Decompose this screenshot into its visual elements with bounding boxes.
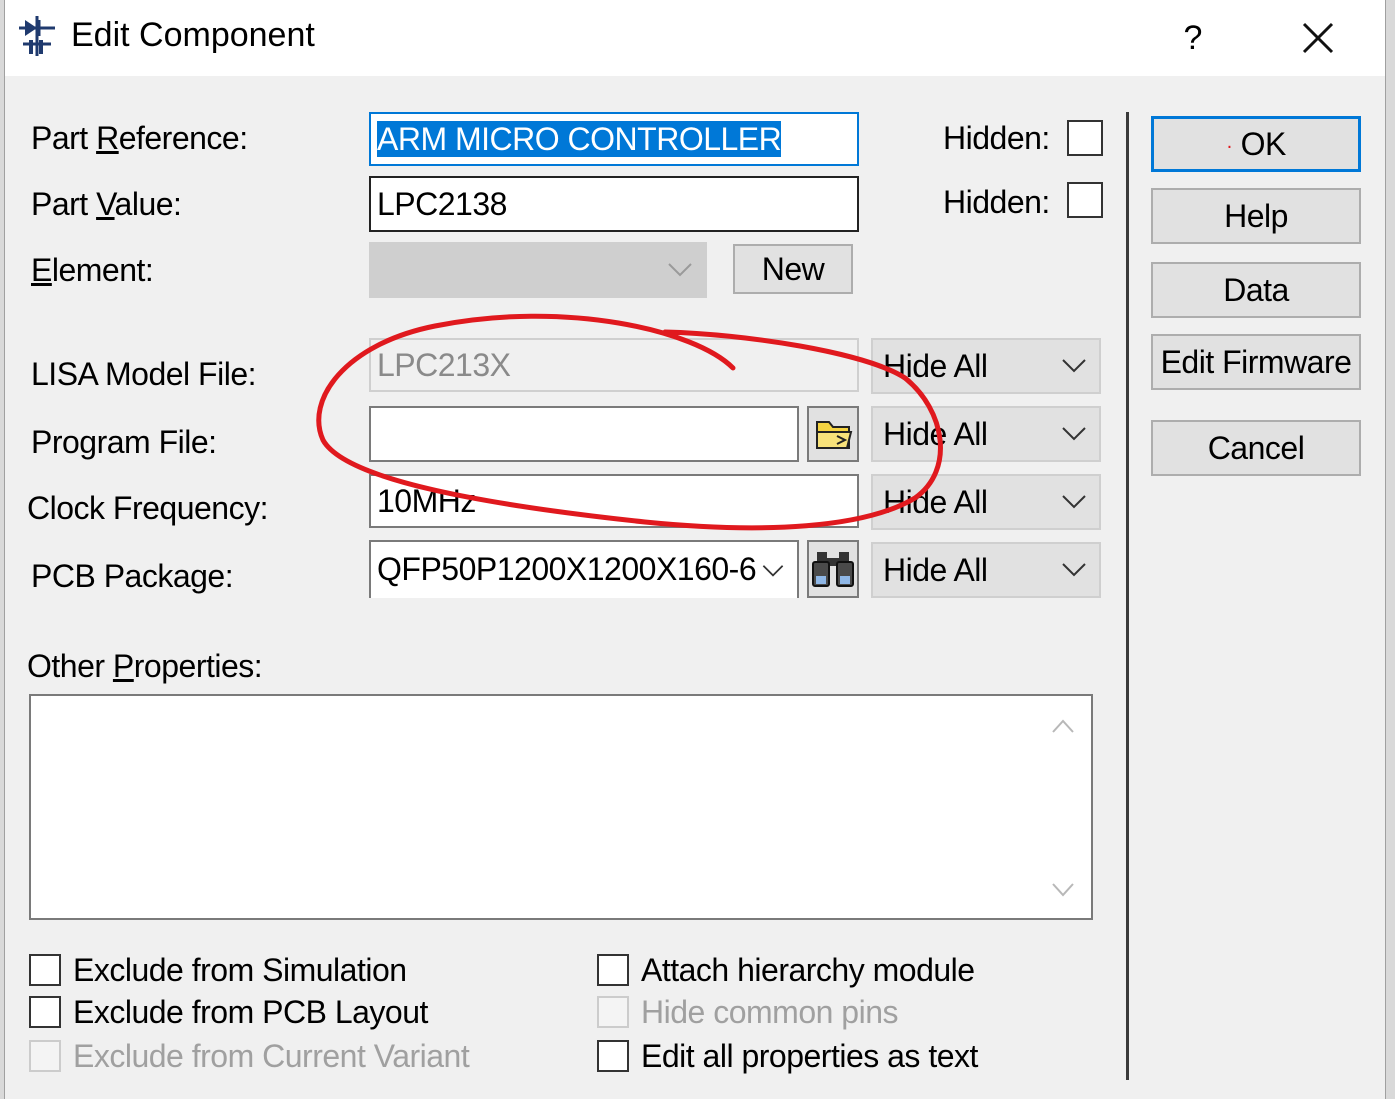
- part-value-hidden-label: Hidden:: [943, 184, 1050, 220]
- exclude-pcb-checkbox[interactable]: [29, 996, 61, 1028]
- close-button[interactable]: [1283, 10, 1353, 66]
- close-icon: [1302, 22, 1334, 54]
- part-value-hidden-checkbox[interactable]: [1067, 182, 1103, 218]
- program-file-visibility-select[interactable]: Hide All: [871, 406, 1101, 462]
- edit-firmware-button[interactable]: Edit Firmware: [1151, 334, 1361, 390]
- vertical-divider: [1126, 112, 1129, 1080]
- clock-frequency-label: Clock Frequency:: [27, 490, 268, 526]
- part-reference-hidden-label: Hidden:: [943, 120, 1050, 156]
- lisa-model-file-label: LISA Model File:: [31, 356, 257, 392]
- edit-all-text-checkbox[interactable]: [597, 1040, 629, 1072]
- element-label: Element:: [31, 252, 154, 288]
- part-reference-value: ARM MICRO CONTROLLER: [377, 121, 782, 157]
- lisa-model-file-input[interactable]: LPC213X: [369, 338, 859, 392]
- clock-frequency-visibility-select[interactable]: Hide All: [871, 474, 1101, 530]
- binoculars-icon: [812, 552, 854, 587]
- part-reference-label: Part Reference:: [31, 120, 248, 156]
- chevron-down-icon: [668, 263, 692, 277]
- scroll-down-icon[interactable]: [1051, 882, 1075, 898]
- ok-button[interactable]: · OK: [1151, 116, 1361, 172]
- part-reference-hidden-checkbox[interactable]: [1067, 120, 1103, 156]
- dialog-title: Edit Component: [71, 16, 315, 54]
- edit-component-dialog: Edit Component ? Part Reference: ARM MIC…: [4, 0, 1386, 1099]
- attach-hierarchy-checkbox[interactable]: [597, 954, 629, 986]
- pcb-package-visibility-select[interactable]: Hide All: [871, 542, 1101, 598]
- exclude-simulation-label[interactable]: Exclude from Simulation: [73, 952, 407, 989]
- browse-program-file-button[interactable]: [807, 406, 859, 462]
- title-bar[interactable]: Edit Component ?: [5, 0, 1385, 76]
- clock-frequency-input[interactable]: 10MHz: [369, 474, 859, 528]
- data-button[interactable]: Data: [1151, 262, 1361, 318]
- exclude-variant-checkbox[interactable]: [29, 1040, 61, 1072]
- help-title-button[interactable]: ?: [1163, 10, 1223, 66]
- search-package-button[interactable]: [807, 540, 859, 598]
- lisa-model-visibility-select[interactable]: Hide All: [871, 338, 1101, 394]
- hide-common-pins-checkbox[interactable]: [597, 996, 629, 1028]
- other-properties-textarea[interactable]: [29, 694, 1093, 920]
- chevron-down-icon: [762, 565, 784, 577]
- new-element-button[interactable]: New: [733, 244, 853, 294]
- other-properties-label: Other Properties:: [27, 648, 263, 684]
- pcb-package-select[interactable]: QFP50P1200X1200X160-6: [369, 540, 799, 598]
- part-value-label: Part Value:: [31, 186, 182, 222]
- element-select[interactable]: [369, 242, 707, 298]
- program-file-input[interactable]: [369, 406, 799, 462]
- exclude-simulation-checkbox[interactable]: [29, 954, 61, 986]
- chevron-down-icon: [1062, 495, 1086, 509]
- pcb-package-label: PCB Package:: [31, 558, 234, 594]
- part-reference-input[interactable]: ARM MICRO CONTROLLER: [369, 112, 859, 166]
- program-file-label: Program File:: [31, 424, 217, 460]
- scroll-up-icon[interactable]: [1051, 718, 1075, 734]
- hide-common-pins-label[interactable]: Hide common pins: [641, 994, 899, 1031]
- chevron-down-icon: [1062, 563, 1086, 577]
- folder-icon: [816, 421, 853, 449]
- exclude-variant-label[interactable]: Exclude from Current Variant: [73, 1038, 470, 1075]
- exclude-pcb-label[interactable]: Exclude from PCB Layout: [73, 994, 428, 1031]
- chevron-down-icon: [1062, 427, 1086, 441]
- attach-hierarchy-label[interactable]: Attach hierarchy module: [641, 952, 975, 989]
- component-icon: [19, 16, 55, 56]
- edit-all-text-label[interactable]: Edit all properties as text: [641, 1038, 978, 1075]
- part-value-input[interactable]: LPC2138: [369, 176, 859, 232]
- cancel-button[interactable]: Cancel: [1151, 420, 1361, 476]
- chevron-down-icon: [1062, 359, 1086, 373]
- help-button[interactable]: Help: [1151, 188, 1361, 244]
